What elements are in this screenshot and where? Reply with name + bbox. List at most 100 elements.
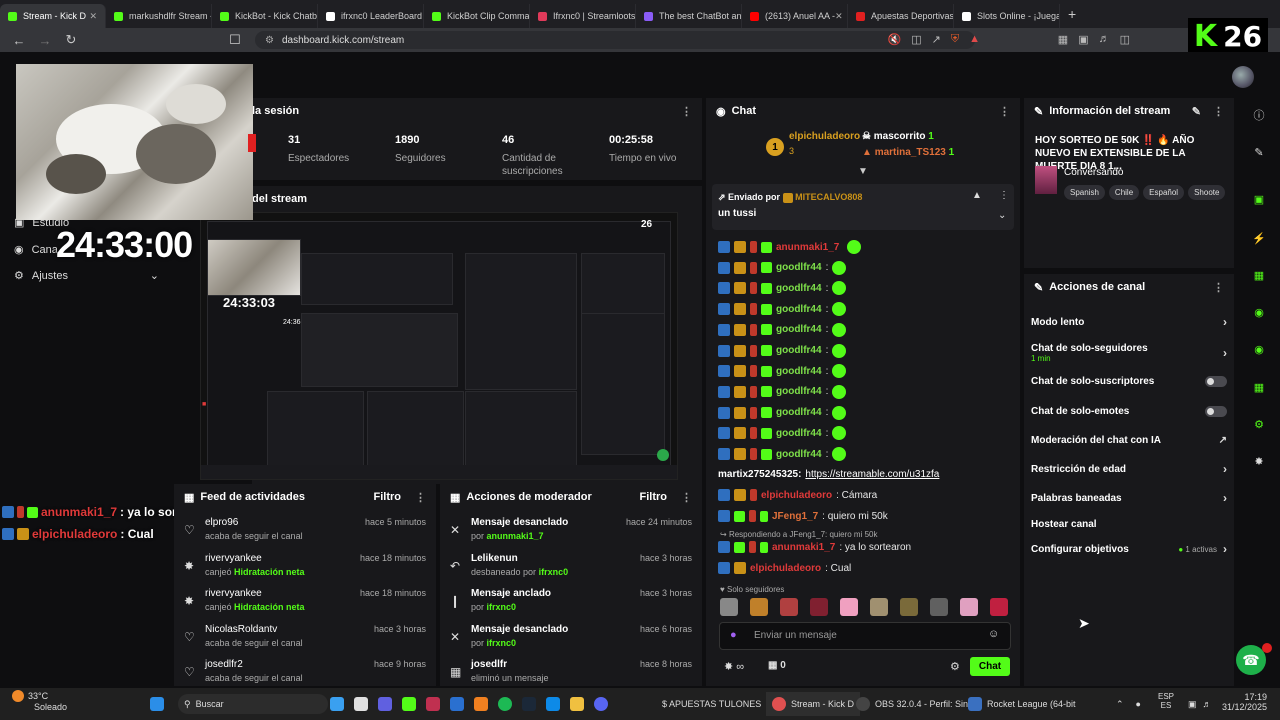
chat-user[interactable]: martix275245325: <box>718 469 801 480</box>
feed-user[interactable]: rivervyankee <box>205 553 262 564</box>
chat-link[interactable]: https://streamable.com/u31zfa <box>805 469 939 480</box>
browser-tab[interactable]: Ifrxnc0 | Streamloots |✕ <box>530 4 636 28</box>
emote-icon[interactable] <box>840 598 858 616</box>
channel-action-item[interactable]: Chat de solo-emotes <box>1031 404 1227 418</box>
tag[interactable]: Chile <box>1108 185 1140 200</box>
chat-user[interactable]: goodlfr44 <box>776 428 822 439</box>
folder-icon[interactable] <box>570 697 584 711</box>
chat-user[interactable]: JFeng1_7 <box>772 511 818 522</box>
leader-name[interactable]: ☠ mascorrito 1 <box>862 131 934 142</box>
sidebar-item-channel[interactable]: ◉ Cana <box>14 243 58 257</box>
chat-user[interactable]: elpichuladeoro <box>761 490 832 501</box>
chevron-up-icon[interactable]: ⌃ <box>1116 699 1124 710</box>
chat-user[interactable]: anunmaki1_7 <box>772 542 835 553</box>
lightning-icon[interactable]: ⚡ <box>1250 229 1268 247</box>
browser-tab[interactable]: ifrxnc0 LeaderBoard |✕ <box>318 4 424 28</box>
wrench-icon[interactable]: ⚙ <box>1250 415 1268 433</box>
browser-tab[interactable]: Stream - Kick D ✕ <box>0 4 106 28</box>
chat-bubble-icon[interactable]: ◉ <box>1250 303 1268 321</box>
kebab-icon[interactable]: ⋮ <box>999 105 1010 118</box>
url-field[interactable]: ⚙ dashboard.kick.com/stream <box>255 31 975 49</box>
browser-tab[interactable]: Apuestas Deportivas✕ <box>848 4 954 28</box>
feed-user[interactable]: rivervyankee <box>205 588 262 599</box>
mute-icon[interactable]: 🔇 <box>888 33 902 46</box>
category-name[interactable]: Conversando <box>1064 167 1123 178</box>
send-chat-button[interactable]: Chat <box>970 657 1010 676</box>
points-display[interactable]: ▦ 0 <box>768 660 786 671</box>
tag[interactable]: Spanish <box>1064 185 1105 200</box>
edit-icon[interactable]: ✎ <box>1192 105 1201 118</box>
edge-icon[interactable] <box>546 697 560 711</box>
media-icon[interactable]: ♬ <box>1099 33 1110 46</box>
emote-icon[interactable] <box>750 598 768 616</box>
mod-by-user[interactable]: ifrxnc0 <box>539 567 569 577</box>
kebab-icon[interactable]: ⋮ <box>415 491 426 504</box>
pin-icon[interactable]: ▲ <box>972 190 982 201</box>
rewards-icon[interactable]: ✸ ∞ <box>724 660 744 673</box>
forward-icon[interactable]: → <box>38 33 52 48</box>
emote-icon[interactable] <box>720 598 738 616</box>
emote-icon[interactable] <box>930 598 948 616</box>
toggle-switch[interactable] <box>1205 375 1227 387</box>
close-icon[interactable]: ✕ <box>835 11 843 22</box>
mic-icon[interactable]: ● <box>730 629 737 641</box>
emote-icon[interactable] <box>780 598 798 616</box>
language-indicator[interactable]: ESP ES <box>1158 692 1174 716</box>
browser-tab[interactable]: KickBot - Kick Chatbot✕ <box>212 4 318 28</box>
browser-tab[interactable]: The best ChatBot and✕ <box>636 4 742 28</box>
emoji-icon[interactable]: ☺ <box>988 628 999 640</box>
clipboard-icon[interactable]: ▦ <box>1250 266 1268 284</box>
channel-action-item[interactable]: Moderación del chat con IA ↗ <box>1031 433 1227 447</box>
app-icon[interactable] <box>426 697 440 711</box>
mod-filter-button[interactable]: Filtro <box>640 491 668 503</box>
bookmark-icon[interactable]: ☐ <box>228 32 242 48</box>
browser-tab[interactable]: Slots Online - ¡Juega T✕ <box>954 4 1060 28</box>
chat-user[interactable]: goodlfr44 <box>776 449 822 460</box>
app3-icon[interactable] <box>474 697 488 711</box>
channel-action-item[interactable]: Palabras baneadas › <box>1031 491 1227 505</box>
mic-icon[interactable]: ● <box>1136 699 1141 709</box>
leader-name[interactable]: ▲ martina_TS123 1 <box>862 147 954 158</box>
copilot-icon[interactable] <box>330 697 344 711</box>
chat-user[interactable]: goodlfr44 <box>776 386 822 397</box>
channel-action-item[interactable]: Chat de solo-seguidores 1 min › <box>1031 340 1227 366</box>
toggle-switch[interactable] <box>1205 405 1227 417</box>
filter-icon[interactable]: ▼ <box>858 166 868 177</box>
chat-user[interactable]: anunmaki1_7 <box>776 242 839 253</box>
emote-icon[interactable] <box>870 598 888 616</box>
steam-icon[interactable] <box>522 697 536 711</box>
shield-icon[interactable]: ⛨ <box>951 33 959 46</box>
terminal-icon[interactable] <box>354 697 368 711</box>
clock[interactable]: 17:19 31/12/2025 <box>1222 692 1267 716</box>
chat-user[interactable]: goodlfr44 <box>776 283 822 294</box>
search-box[interactable]: ⚲ Buscar <box>178 694 328 714</box>
taskbar-app[interactable]: $ APUESTAS TULONES <box>662 696 761 712</box>
feed-user[interactable]: josedlfr2 <box>205 659 243 670</box>
emote-icon[interactable] <box>810 598 828 616</box>
emote-icon[interactable] <box>960 598 978 616</box>
reward-icon[interactable]: ✸ <box>1250 452 1268 470</box>
channel-action-item[interactable]: Configurar objetivos ● 1 activas › <box>1031 542 1227 556</box>
extensions-icon[interactable]: ▦ <box>1058 33 1068 46</box>
sidebar-item-settings[interactable]: ⚙ Ajustes ⌄ <box>14 269 159 283</box>
teams-icon[interactable] <box>378 697 392 711</box>
chat-user[interactable]: goodlfr44 <box>776 345 822 356</box>
mod-by-user[interactable]: ifrxnc0 <box>487 638 517 648</box>
chat-user[interactable]: goodlfr44 <box>776 304 822 315</box>
discord-icon[interactable] <box>594 697 608 711</box>
sidebar-icon[interactable]: ◫ <box>1120 33 1130 46</box>
feed-user[interactable]: NicolasRoldantv <box>205 624 277 635</box>
chat-user[interactable]: goodlfr44 <box>776 407 822 418</box>
start-button[interactable] <box>150 696 164 712</box>
warning-icon[interactable]: ▲ <box>969 33 980 46</box>
taskbar-app[interactable]: Rocket League (64-bit <box>968 696 1076 712</box>
chat-settings-icon[interactable]: ⚙ <box>950 660 960 673</box>
kebab-icon[interactable]: ⋮ <box>681 491 692 504</box>
info-icon[interactable]: ⓘ <box>1250 106 1268 124</box>
chat-input[interactable]: ● Enviar un mensaje ☺ <box>719 622 1011 650</box>
camera-icon[interactable]: ▣ <box>1250 190 1268 208</box>
kebab-icon[interactable]: ⋮ <box>681 105 692 118</box>
chat-user[interactable]: goodlfr44 <box>776 262 822 273</box>
tag[interactable]: Shoote <box>1188 185 1226 200</box>
chat-user[interactable]: goodlfr44 <box>776 366 822 377</box>
